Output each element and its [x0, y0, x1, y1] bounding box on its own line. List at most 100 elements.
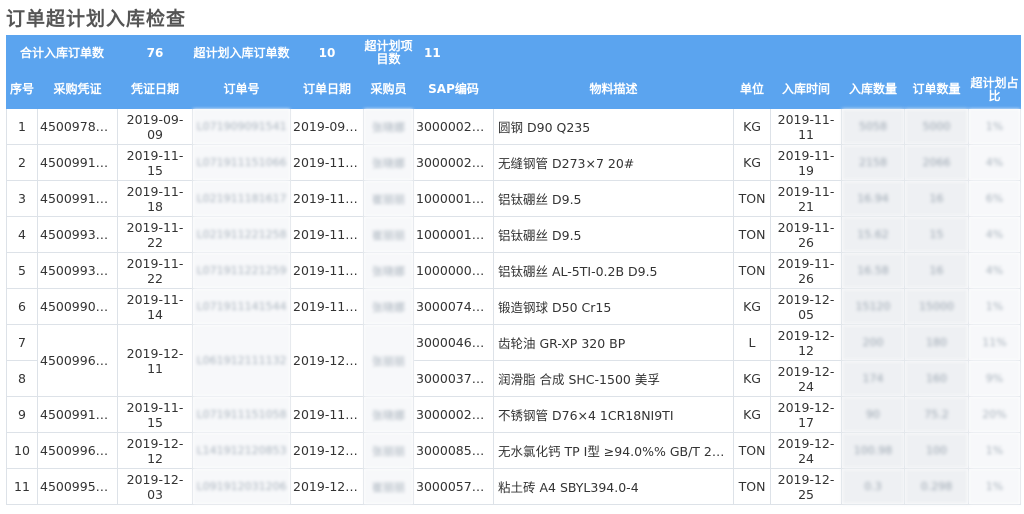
cell-seq: 11: [6, 468, 38, 505]
cell-order-date: 2019-11-15: [290, 144, 365, 181]
cell-sap-code: 3000046179: [413, 324, 495, 361]
cell-receipt-time: 2019-12-24: [770, 432, 843, 469]
cell-receipt-time: 2019-11-26: [770, 252, 843, 289]
cell-unit: TON: [733, 432, 772, 469]
col-header-sap-code: SAP编码: [413, 70, 495, 109]
cell-order-qty: 15: [904, 216, 970, 253]
cell-sap-code: 1000001305: [413, 216, 495, 253]
cell-receipt-time: 2019-11-21: [770, 180, 843, 217]
cell-order-qty: 16: [904, 252, 970, 289]
cell-material-desc: 锻造钢球 D50 Cr15: [493, 288, 735, 325]
cell-voucher: 4500996569: [36, 324, 119, 397]
cell-receipt-qty: 0.3: [841, 468, 906, 505]
col-header-voucher: 采购凭证: [36, 70, 119, 109]
cell-over-ratio: 6%: [968, 180, 1022, 217]
col-header-unit: 单位: [733, 70, 772, 109]
table-row: 6 4500990896 2019-11-14 L071911141544 20…: [6, 288, 1022, 325]
over-plan-orders-value: 10: [290, 35, 365, 71]
cell-buyer: 张丽丽: [363, 432, 415, 469]
cell-order-qty: 15000: [904, 288, 970, 325]
cell-order-no: L071909091541: [192, 108, 292, 145]
cell-sap-code: 3000085011: [413, 432, 495, 469]
cell-sap-code: 3000002375: [413, 108, 495, 145]
table-row: 7 4500996569 2019-12-11 L061912111132 20…: [6, 324, 1022, 397]
cell-seq: 1: [6, 108, 38, 145]
cell-over-ratio: 20%: [968, 396, 1022, 433]
cell-order-date: 2019-12-12: [290, 432, 365, 469]
cell-material-desc: 铝钛硼丝 D9.5: [493, 216, 735, 253]
cell-material-desc: 粘土砖 A4 SBYL394.0-4: [493, 468, 735, 505]
cell-receipt-qty: 5058: [841, 108, 906, 145]
cell-buyer: 张丽丽: [363, 324, 415, 397]
cell-buyer: 崔丽丽: [363, 216, 415, 253]
cell-voucher: 4500991533: [36, 180, 119, 217]
cell-seq: 8: [6, 360, 38, 397]
cell-sap-code: 3000002720: [413, 396, 495, 433]
cell-voucher: 4500978943: [36, 108, 119, 145]
cell-receipt-time: 2019-11-19: [770, 144, 843, 181]
cell-material-desc: 铝钛硼丝 D9.5: [493, 180, 735, 217]
cell-voucher: 4500993086: [36, 216, 119, 253]
cell-order-no: L061912111132: [192, 324, 292, 397]
cell-over-ratio: 1%: [968, 432, 1022, 469]
total-orders-value: 76: [117, 35, 194, 71]
cell-order-qty: 5000: [904, 108, 970, 145]
cell-over-ratio: 4%: [968, 144, 1022, 181]
cell-seq: 4: [6, 216, 38, 253]
cell-order-no: L071911141544: [192, 288, 292, 325]
col-header-seq: 序号: [6, 70, 38, 109]
cell-order-no: L021911221258: [192, 216, 292, 253]
cell-order-date: 2019-11-22: [290, 216, 365, 253]
cell-receipt-time: 2019-12-25: [770, 468, 843, 505]
cell-receipt-qty: 15120: [841, 288, 906, 325]
cell-order-qty: 180: [904, 324, 970, 361]
cell-order-date: 2019-11-15: [290, 396, 365, 433]
cell-receipt-time: 2019-12-12: [770, 324, 843, 361]
cell-order-no: L071911151058: [192, 396, 292, 433]
cell-unit: L: [733, 324, 772, 361]
cell-seq: 9: [6, 396, 38, 433]
header-row: 序号 采购凭证 凭证日期 订单号 订单日期 采购员 SAP编码 物料描述 单位 …: [6, 70, 1022, 109]
cell-receipt-qty: 16.94: [841, 180, 906, 217]
table-row: 2 4500991093 2019-11-15 L071911151066 20…: [6, 144, 1022, 181]
cell-voucher: 4500996855: [36, 432, 119, 469]
table-row: 11 4500995348 2019-12-03 L091912031206 2…: [6, 468, 1022, 505]
cell-unit: KG: [733, 288, 772, 325]
cell-unit: KG: [733, 396, 772, 433]
cell-receipt-qty: 15.62: [841, 216, 906, 253]
cell-unit: TON: [733, 468, 772, 505]
cell-voucher-date: 2019-11-14: [117, 288, 194, 325]
cell-unit: KG: [733, 108, 772, 145]
cell-order-date: 2019-11-18: [290, 180, 365, 217]
cell-receipt-qty: 90: [841, 396, 906, 433]
over-plan-orders-label: 超计划入库订单数: [192, 35, 292, 71]
cell-unit: TON: [733, 216, 772, 253]
cell-voucher: 4500993088: [36, 252, 119, 289]
table-row: 3 4500991533 2019-11-18 L021911181617 20…: [6, 180, 1022, 217]
col-header-order-qty: 订单数量: [904, 70, 970, 109]
cell-order-qty: 2066: [904, 144, 970, 181]
col-header-receipt-time: 入库时间: [770, 70, 843, 109]
col-header-voucher-date: 凭证日期: [117, 70, 194, 109]
cell-seq: 3: [6, 180, 38, 217]
cell-sap-code: 3000037286: [413, 360, 495, 397]
cell-order-date: 2019-11-22: [290, 252, 365, 289]
col-header-over-ratio: 超计划占比: [968, 70, 1022, 109]
cell-sap-code: 1000000596: [413, 252, 495, 289]
cell-voucher-date: 2019-11-22: [117, 252, 194, 289]
cell-material-desc: 润滑脂 合成 SHC-1500 美孚: [493, 360, 735, 397]
cell-receipt-qty: 100.98: [841, 432, 906, 469]
cell-buyer: 张晓娜: [363, 144, 415, 181]
cell-order-no: L141912120853: [192, 432, 292, 469]
cell-buyer: 张晓娜: [363, 252, 415, 289]
cell-material-desc: 无缝钢管 D273×7 20#: [493, 144, 735, 181]
table-row: 9 4500991091 2019-11-15 L071911151058 20…: [6, 396, 1022, 433]
col-header-order-date: 订单日期: [290, 70, 365, 109]
cell-buyer: 张晓娜: [363, 288, 415, 325]
table-row: 5 4500993088 2019-11-22 L071911221259 20…: [6, 252, 1022, 289]
cell-material-desc: 无水氯化钙 TP Ⅰ型 ≥94.0%% GB/T 26520-2011: [493, 432, 735, 469]
cell-material-desc: 齿轮油 GR-XP 320 BP: [493, 324, 735, 361]
cell-order-date: 2019-12-11: [290, 324, 365, 397]
cell-unit: TON: [733, 180, 772, 217]
cell-order-qty: 0.298: [904, 468, 970, 505]
